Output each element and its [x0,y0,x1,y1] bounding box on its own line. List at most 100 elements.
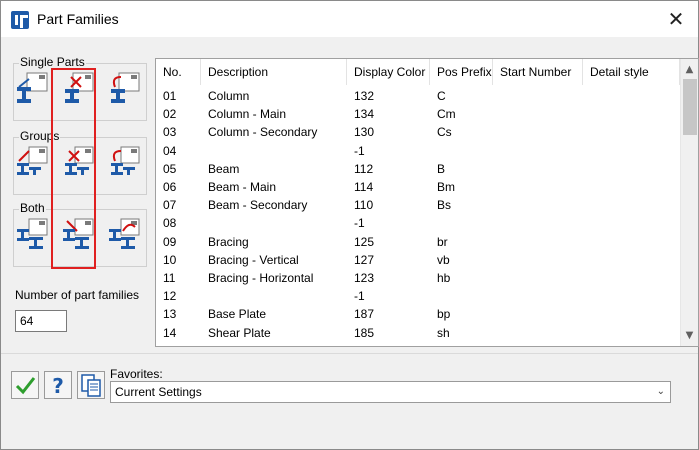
cell-description[interactable]: Bracing - Vertical [201,251,347,269]
cell-no[interactable]: 13 [156,305,201,323]
table-row[interactable]: 13 Base Plate 187 bp [156,305,680,323]
cell-pos-prefix[interactable]: vb [430,251,493,269]
cell-display-color[interactable]: 127 [347,251,430,269]
cell-no[interactable]: 09 [156,233,201,251]
cell-start-number[interactable] [493,160,583,178]
cell-pos-prefix[interactable]: Cm [430,105,493,123]
table-row[interactable]: 05 Beam 112 B [156,160,680,178]
cell-pos-prefix[interactable]: Cs [430,123,493,141]
cell-no[interactable]: 14 [156,324,201,342]
table-row[interactable]: 15Clip Angle / Web Angle183 [156,342,680,346]
cell-no[interactable]: 11 [156,269,201,287]
table-row[interactable]: 11 Bracing - Horizontal 123 hb [156,269,680,287]
table-row[interactable]: 12 -1 [156,287,680,305]
cell-no[interactable]: 02 [156,105,201,123]
cell-description[interactable]: Base Plate [201,305,347,323]
vertical-scrollbar[interactable]: ▲ ▼ [680,59,698,346]
both-rotate-icon[interactable] [107,217,141,251]
group-rotate-icon[interactable] [107,145,141,179]
cell-display-color[interactable]: 134 [347,105,430,123]
cell-start-number[interactable] [493,178,583,196]
scroll-up-icon[interactable]: ▲ [681,61,698,78]
close-icon[interactable]: ✕ [664,7,688,31]
cell-start-number[interactable] [493,142,583,160]
cell-description[interactable] [201,214,347,232]
cell-display-color[interactable]: 112 [347,160,430,178]
cell-start-number[interactable] [493,214,583,232]
table-row[interactable]: 04 -1 [156,142,680,160]
scroll-down-icon[interactable]: ▼ [681,327,698,344]
group-simple-icon[interactable] [15,145,49,179]
cell-no[interactable]: 01 [156,87,201,105]
cell-description[interactable]: Column - Main [201,105,347,123]
cell-pos-prefix[interactable]: br [430,233,493,251]
cell-start-number[interactable] [493,251,583,269]
cell-start-number[interactable] [493,87,583,105]
cell-pos-prefix[interactable]: sh [430,324,493,342]
cell-start-number[interactable] [493,123,583,141]
cell-pos-prefix[interactable]: C [430,87,493,105]
column-header-description[interactable]: Description [201,59,347,85]
cell-description[interactable]: Beam - Main [201,178,347,196]
table-row[interactable]: 06 Beam - Main 114 Bm [156,178,680,196]
ok-button[interactable] [11,371,39,399]
cell-pos-prefix[interactable]: B [430,160,493,178]
cell-no[interactable]: 07 [156,196,201,214]
cell-description[interactable]: Column [201,87,347,105]
cell-description[interactable]: Bracing [201,233,347,251]
cell-pos-prefix[interactable] [430,214,493,232]
table-row[interactable]: 02 Column - Main 134 Cm [156,105,680,123]
both-simple-icon[interactable] [15,217,49,251]
table-row[interactable]: 14 Shear Plate 185 sh [156,324,680,342]
favorites-select[interactable]: Current Settings ⌄ [110,381,671,403]
cell-pos-prefix[interactable]: bp [430,305,493,323]
cell-description[interactable] [201,142,347,160]
cell-detail-style[interactable] [583,105,680,123]
cell-pos-prefix[interactable]: hb [430,269,493,287]
table-row[interactable]: 01 Column 132 C [156,87,680,105]
cell-description[interactable]: Beam [201,160,347,178]
cell-description[interactable]: Column - Secondary [201,123,347,141]
cell-start-number[interactable] [493,269,583,287]
cell-display-color[interactable]: 183 [347,342,430,346]
cell-display-color[interactable]: 114 [347,178,430,196]
cell-pos-prefix[interactable] [430,287,493,305]
cell-display-color[interactable]: -1 [347,287,430,305]
cell-start-number[interactable] [493,105,583,123]
copy-settings-button[interactable] [77,371,105,399]
cell-display-color[interactable]: 185 [347,324,430,342]
cell-detail-style[interactable] [583,251,680,269]
cell-detail-style[interactable] [583,178,680,196]
cell-display-color[interactable]: -1 [347,142,430,160]
cell-detail-style[interactable] [583,160,680,178]
cell-pos-prefix[interactable]: Bs [430,196,493,214]
cell-no[interactable]: 04 [156,142,201,160]
number-of-part-families-input[interactable]: 64 [15,310,67,332]
column-header-detail-style[interactable]: Detail style [583,59,680,85]
cell-no[interactable]: 03 [156,123,201,141]
cell-detail-style[interactable] [583,342,680,346]
cell-no[interactable]: 06 [156,178,201,196]
cell-display-color[interactable]: 125 [347,233,430,251]
column-header-display-color[interactable]: Display Color [347,59,430,85]
cell-display-color[interactable]: -1 [347,214,430,232]
cell-pos-prefix[interactable] [430,342,493,346]
cell-start-number[interactable] [493,305,583,323]
cell-description[interactable]: Shear Plate [201,324,347,342]
cell-no[interactable]: 08 [156,214,201,232]
cell-detail-style[interactable] [583,233,680,251]
cell-start-number[interactable] [493,196,583,214]
cell-no[interactable]: 12 [156,287,201,305]
cell-start-number[interactable] [493,342,583,346]
cell-pos-prefix[interactable]: Bm [430,178,493,196]
table-row[interactable]: 07 Beam - Secondary 110 Bs [156,196,680,214]
cell-description[interactable]: Bracing - Horizontal [201,269,347,287]
single-part-rotate-icon[interactable] [107,71,141,105]
cell-description[interactable] [201,287,347,305]
table-row[interactable]: 08 -1 [156,214,680,232]
cell-detail-style[interactable] [583,214,680,232]
cell-detail-style[interactable] [583,123,680,141]
cell-pos-prefix[interactable] [430,142,493,160]
single-part-simple-icon[interactable] [15,71,49,105]
scrollbar-thumb[interactable] [683,79,697,135]
